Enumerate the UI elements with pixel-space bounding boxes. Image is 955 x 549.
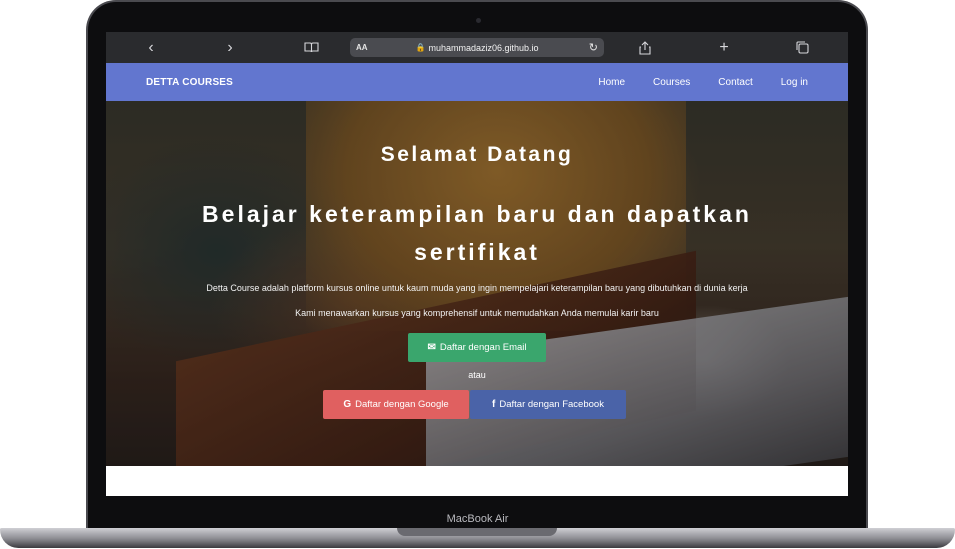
- url-text: muhammadaziz06.github.io: [428, 42, 539, 53]
- bookmarks-button[interactable]: [296, 32, 326, 63]
- nav-links: Home Courses Contact Log in: [598, 77, 808, 88]
- hero-welcome: Selamat Datang: [380, 143, 574, 166]
- laptop-screen: ‹ › AA 🔒 muhammadaziz06.github.io ↻ + DE…: [106, 32, 848, 496]
- signup-email-button[interactable]: ✉ Daftar dengan Email: [408, 333, 546, 362]
- hero-section: Selamat Datang Belajar keterampilan baru…: [106, 101, 848, 466]
- site-navbar: DETTA COURSES Home Courses Contact Log i…: [106, 63, 848, 101]
- signup-google-label: Daftar dengan Google: [355, 399, 449, 410]
- forward-button[interactable]: ›: [215, 32, 245, 63]
- chevron-right-icon: ›: [227, 38, 233, 56]
- brand-logo[interactable]: DETTA COURSES: [146, 77, 233, 88]
- google-icon: G: [343, 399, 352, 410]
- browser-toolbar: ‹ › AA 🔒 muhammadaziz06.github.io ↻ +: [106, 32, 848, 63]
- new-tab-button[interactable]: +: [709, 32, 739, 63]
- or-separator: atau: [468, 370, 486, 380]
- signup-facebook-button[interactable]: f Daftar dengan Facebook: [470, 390, 626, 419]
- text-size-button[interactable]: AA: [356, 43, 368, 52]
- envelope-icon: ✉: [427, 342, 436, 353]
- signup-google-button[interactable]: G Daftar dengan Google: [323, 390, 469, 419]
- page-below-hero: [106, 466, 848, 496]
- lock-icon: 🔒: [415, 43, 426, 52]
- hero-headline: Belajar keterampilan baru dan dapatkan s…: [202, 201, 752, 265]
- signup-facebook-label: Daftar dengan Facebook: [499, 399, 604, 410]
- share-icon: [639, 40, 651, 55]
- address-bar[interactable]: AA 🔒 muhammadaziz06.github.io ↻: [350, 38, 604, 57]
- share-button[interactable]: [630, 32, 660, 63]
- plus-icon: +: [719, 38, 729, 56]
- nav-courses[interactable]: Courses: [653, 77, 690, 88]
- camera-dot: [476, 18, 481, 23]
- tabs-icon: [795, 41, 809, 54]
- reload-icon[interactable]: ↻: [589, 41, 598, 54]
- hero-description-1: Detta Course adalah platform kursus onli…: [206, 283, 748, 293]
- hero-description-2: Kami menawarkan kursus yang komprehensif…: [295, 308, 659, 318]
- nav-contact[interactable]: Contact: [718, 77, 752, 88]
- facebook-icon: f: [492, 399, 496, 410]
- laptop-notch: [397, 528, 557, 536]
- chevron-left-icon: ‹: [148, 38, 154, 56]
- nav-login[interactable]: Log in: [781, 77, 808, 88]
- nav-home[interactable]: Home: [598, 77, 625, 88]
- back-button[interactable]: ‹: [136, 32, 166, 63]
- device-label: MacBook Air: [446, 513, 509, 525]
- book-icon: [303, 42, 319, 53]
- tabs-overview-button[interactable]: [787, 32, 817, 63]
- signup-email-label: Daftar dengan Email: [439, 342, 527, 353]
- hero-content: Selamat Datang Belajar keterampilan baru…: [106, 101, 848, 466]
